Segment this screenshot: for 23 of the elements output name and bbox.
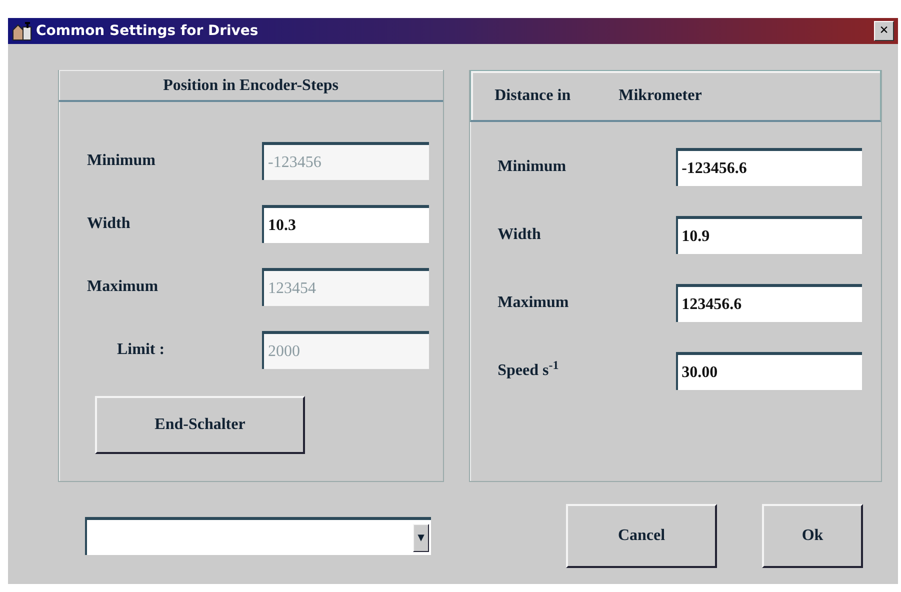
field-label: Speed s$^{-1}$ [496, 359, 560, 381]
field-label: Limit : [116, 340, 166, 360]
field-label: Minimum [86, 151, 156, 171]
field-label: Width [496, 225, 542, 245]
input-field[interactable]: 30.00 [676, 352, 862, 390]
header-text: Distance in [494, 86, 571, 106]
input-field[interactable]: -123456.6 [676, 148, 862, 186]
app-icon [12, 21, 32, 41]
field-label: Maximum [86, 277, 160, 297]
field-label: Minimum [496, 157, 568, 177]
end-switch-button[interactable]: End-Schalter [95, 396, 305, 454]
panel-title: Position in Encoder-Steps [59, 70, 443, 102]
header-text: Mikrometer [618, 86, 702, 106]
input-field[interactable]: 10.3 [262, 205, 429, 243]
window-title: Common Settings for Drives [36, 22, 258, 40]
dropdown-field[interactable]: ▾ [85, 517, 431, 555]
dialog-button[interactable]: Cancel [566, 504, 717, 568]
dialog-button[interactable]: Ok [762, 504, 863, 568]
field-label: Maximum [496, 293, 570, 313]
close-button[interactable]: × [874, 21, 894, 41]
input-field[interactable]: 10.9 [676, 216, 862, 254]
input-field[interactable]: 123456.6 [676, 284, 862, 322]
field-label: Width [86, 214, 132, 234]
